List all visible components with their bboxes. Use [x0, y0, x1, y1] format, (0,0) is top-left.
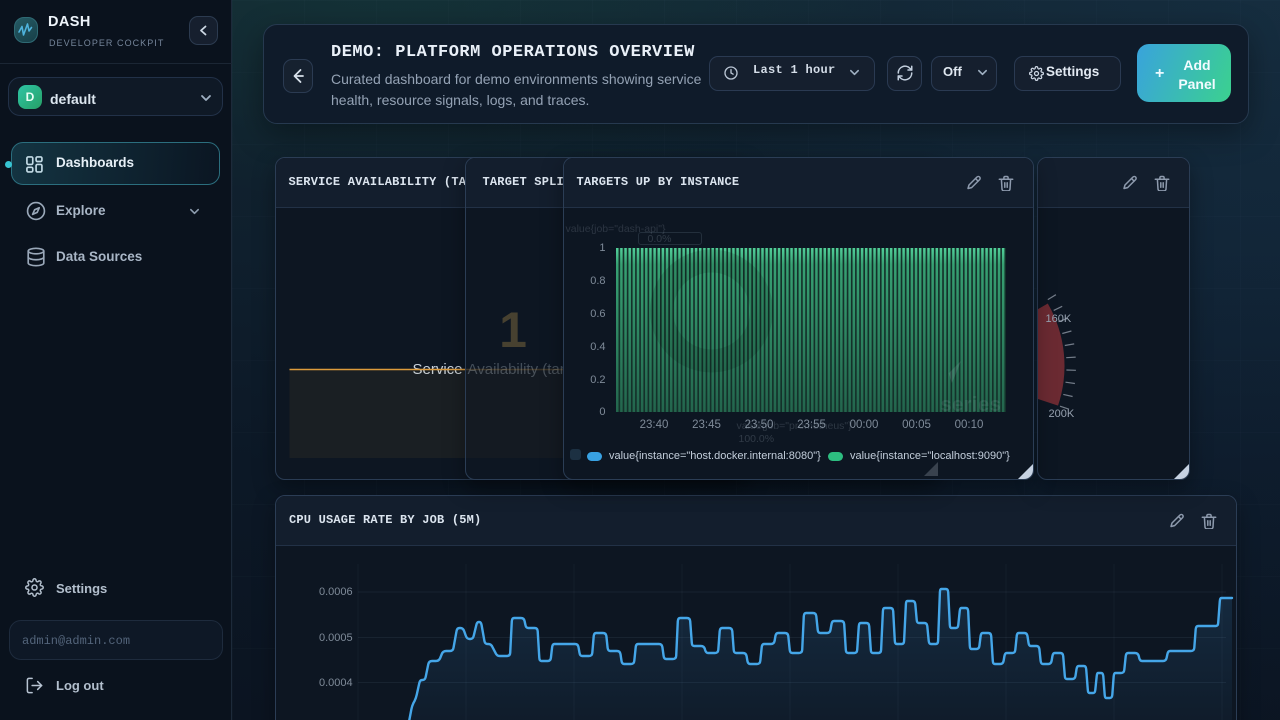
svg-text:160K: 160K: [1045, 313, 1071, 325]
svg-text:200K: 200K: [1048, 408, 1074, 420]
